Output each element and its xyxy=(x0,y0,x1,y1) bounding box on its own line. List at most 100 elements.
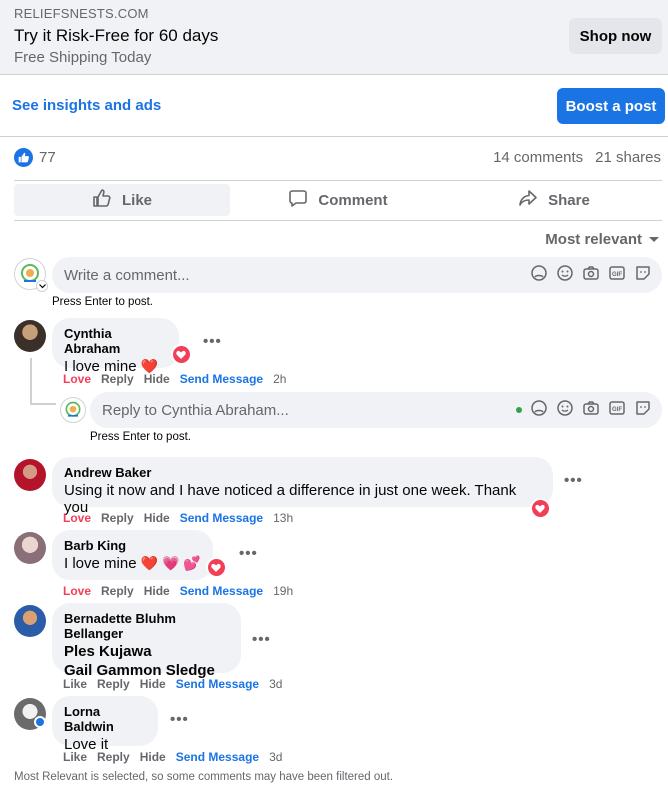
comment-actions: Like Reply Hide Send Message 3d xyxy=(63,750,282,764)
gif-icon[interactable]: GIF xyxy=(608,264,626,287)
heart-icon xyxy=(531,499,549,517)
shares-count[interactable]: 21 shares xyxy=(595,149,661,166)
love-reaction-badge[interactable] xyxy=(206,557,226,577)
send-message-link[interactable]: Send Message xyxy=(180,584,263,598)
sticker-icon[interactable] xyxy=(634,399,652,422)
ellipsis-icon[interactable]: ••• xyxy=(239,545,258,562)
comment-timestamp[interactable]: 3d xyxy=(269,750,282,764)
share-label: Share xyxy=(548,191,590,209)
thumbs-up-icon xyxy=(92,188,112,212)
comment-author[interactable]: Bernadette Bluhm Bellanger xyxy=(64,611,229,641)
reply-link[interactable]: Reply xyxy=(97,677,130,691)
like-reaction-link[interactable]: Like xyxy=(63,677,87,691)
ellipsis-icon[interactable]: ••• xyxy=(203,333,222,350)
hide-link[interactable]: Hide xyxy=(144,584,170,598)
comments-count[interactable]: 14 comments xyxy=(493,149,583,166)
hide-link[interactable]: Hide xyxy=(140,750,166,764)
sort-label: Most relevant xyxy=(545,231,642,248)
comment-bubble: Andrew Baker Using it now and I have not… xyxy=(52,457,553,516)
boost-post-button[interactable]: Boost a post xyxy=(557,88,665,124)
comment-label: Comment xyxy=(318,191,388,209)
comment-timestamp[interactable]: 2h xyxy=(273,372,286,386)
share-button[interactable]: Share xyxy=(446,184,662,216)
send-message-link[interactable]: Send Message xyxy=(176,677,259,691)
ellipsis-icon[interactable]: ••• xyxy=(170,711,189,728)
comment-composer[interactable]: GIF xyxy=(52,257,662,293)
comment-author[interactable]: Andrew Baker xyxy=(64,465,541,480)
composer-tools: GIF xyxy=(516,399,662,422)
gif-icon[interactable]: GIF xyxy=(608,399,626,422)
avatar[interactable] xyxy=(14,459,46,491)
hide-link[interactable]: Hide xyxy=(140,677,166,691)
comment-actions: Love Reply Hide Send Message 19h xyxy=(63,584,293,598)
reply-link[interactable]: Reply xyxy=(101,511,134,525)
reply-link[interactable]: Reply xyxy=(101,584,134,598)
filter-notice: Most Relevant is selected, so some comme… xyxy=(14,771,394,783)
reply-composer[interactable]: GIF xyxy=(90,392,662,428)
like-label: Like xyxy=(121,191,152,209)
love-reaction-link[interactable]: Love xyxy=(63,584,91,598)
comment-input[interactable] xyxy=(52,266,530,284)
comment-sort-dropdown[interactable]: Most relevant xyxy=(545,231,660,248)
love-reaction-badge[interactable] xyxy=(530,498,550,518)
comment-author[interactable]: Cynthia Abraham xyxy=(64,326,167,356)
shop-now-button[interactable]: Shop now xyxy=(569,18,662,54)
page-logo-icon xyxy=(65,401,81,417)
sponsored-ad-banner[interactable]: RELIEFSNESTS.COM Try it Risk-Free for 60… xyxy=(0,0,668,75)
thread-line xyxy=(30,403,56,405)
emoji-icon[interactable] xyxy=(556,264,574,287)
emoji-icon[interactable] xyxy=(556,399,574,422)
comment-body: I love mine xyxy=(64,555,137,572)
engagement-counts: 14 comments 21 shares xyxy=(493,149,661,166)
reply-link[interactable]: Reply xyxy=(97,750,130,764)
reply-link[interactable]: Reply xyxy=(101,372,134,386)
hide-link[interactable]: Hide xyxy=(144,511,170,525)
camera-icon[interactable] xyxy=(582,264,600,287)
divider xyxy=(14,180,662,181)
tagged-user[interactable]: Ples Kujawa xyxy=(64,643,229,660)
love-reaction-link[interactable]: Love xyxy=(63,372,91,386)
ellipsis-icon[interactable]: ••• xyxy=(252,631,271,648)
like-reaction-link[interactable]: Like xyxy=(63,750,87,764)
comment-actions: Love Reply Hide Send Message 2h xyxy=(63,372,286,386)
post-action-bar: Like Comment Share xyxy=(14,184,662,216)
love-reaction-badge[interactable] xyxy=(171,344,191,364)
comment-emoji: ❤️ 💗 💕 xyxy=(140,555,201,571)
avatar-sticker-icon[interactable] xyxy=(530,264,548,287)
love-reaction-link[interactable]: Love xyxy=(63,511,91,525)
reaction-summary[interactable]: 77 xyxy=(14,148,56,167)
comment-timestamp[interactable]: 13h xyxy=(273,511,293,525)
send-message-link[interactable]: Send Message xyxy=(180,511,263,525)
send-message-link[interactable]: Send Message xyxy=(180,372,263,386)
heart-icon xyxy=(207,558,225,576)
send-message-link[interactable]: Send Message xyxy=(176,750,259,764)
ellipsis-icon[interactable]: ••• xyxy=(564,472,583,489)
camera-icon[interactable] xyxy=(582,399,600,422)
svg-text:GIF: GIF xyxy=(612,272,622,278)
comment-button[interactable]: Comment xyxy=(230,184,446,216)
comment-timestamp[interactable]: 19h xyxy=(273,584,293,598)
reply-input[interactable] xyxy=(90,401,516,419)
see-insights-link[interactable]: See insights and ads xyxy=(12,97,161,114)
comment-bubble: Cynthia Abraham I love mine ❤️ xyxy=(52,318,179,375)
avatar-sticker-icon[interactable] xyxy=(530,399,548,422)
avatar[interactable] xyxy=(14,605,46,637)
speech-bubble-icon xyxy=(288,188,308,212)
comment-author[interactable]: Lorna Baldwin xyxy=(64,704,146,734)
svg-text:GIF: GIF xyxy=(612,407,622,413)
comment-author[interactable]: Barb King xyxy=(64,538,201,553)
like-button[interactable]: Like xyxy=(14,184,230,216)
page-avatar[interactable] xyxy=(60,397,86,423)
ad-title[interactable]: Try it Risk-Free for 60 days xyxy=(14,26,218,46)
comment-timestamp[interactable]: 3d xyxy=(269,677,282,691)
avatar[interactable] xyxy=(14,532,46,564)
thread-line xyxy=(30,358,32,405)
comment-bubble: Bernadette Bluhm Bellanger Ples Kujawa G… xyxy=(52,603,241,679)
sticker-icon[interactable] xyxy=(634,264,652,287)
divider xyxy=(0,136,668,137)
share-arrow-icon xyxy=(518,188,538,212)
chevron-down-icon[interactable] xyxy=(36,280,48,292)
avatar[interactable] xyxy=(14,320,46,352)
composer-tools: GIF xyxy=(530,264,662,287)
hide-link[interactable]: Hide xyxy=(144,372,170,386)
